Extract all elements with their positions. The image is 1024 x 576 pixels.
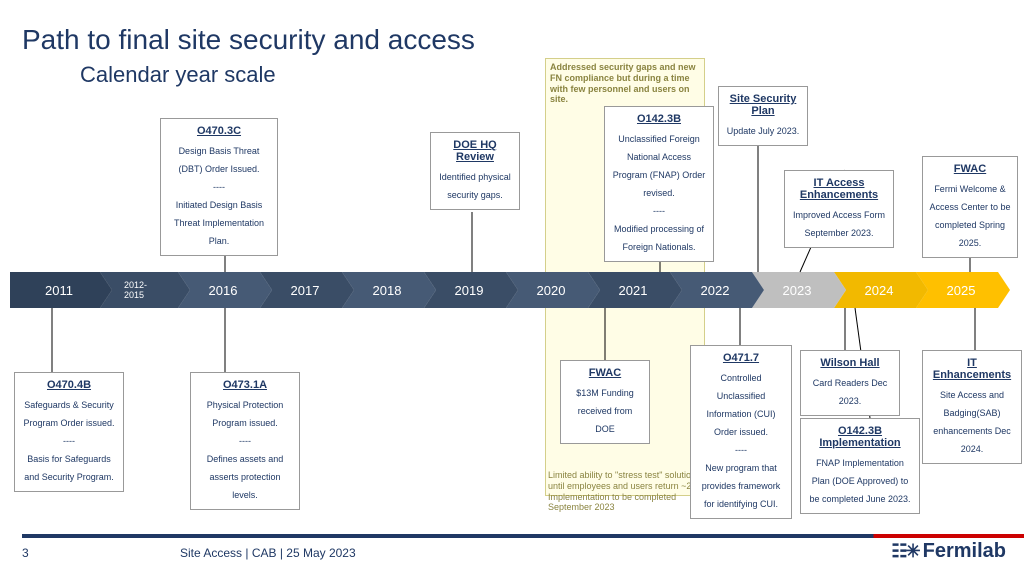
highlight-note-top: Addressed security gaps and new FN compl… (550, 62, 700, 105)
box-o4731a: O473.1A Physical Protection Program issu… (190, 372, 300, 510)
box-o4703c: O470.3C Design Basis Threat (DBT) Order … (160, 118, 278, 256)
box-title: O142.3B Implementation (807, 425, 913, 449)
box-body: Fermi Welcome & Access Center to be comp… (929, 184, 1010, 248)
box-title: IT Access Enhancements (791, 177, 887, 201)
box-o1423b: O142.3B Unclassified Foreign National Ac… (604, 106, 714, 262)
box-body: Physical Protection Program issued. ----… (207, 400, 284, 500)
box-title: O142.3B (611, 113, 707, 125)
box-body: Design Basis Threat (DBT) Order Issued. … (174, 146, 264, 246)
year-2021: 2021 (588, 272, 670, 308)
box-body: Improved Access Form September 2023. (793, 210, 885, 238)
slide: Addressed security gaps and new FN compl… (0, 0, 1024, 576)
box-body: Identified physical security gaps. (439, 172, 511, 200)
box-title: IT Enhancements (929, 357, 1015, 381)
box-body: Controlled Unclassified Information (CUI… (702, 373, 781, 509)
page-subtitle: Calendar year scale (80, 62, 276, 88)
box-body: Card Readers Dec 2023. (813, 378, 888, 406)
year-2018: 2018 (342, 272, 424, 308)
box-it-access: IT Access Enhancements Improved Access F… (784, 170, 894, 248)
footer-bar (22, 534, 1024, 538)
year-2019: 2019 (424, 272, 506, 308)
box-o4704b: O470.4B Safeguards & Security Program Or… (14, 372, 124, 492)
fermilab-logo: ☷✳ Fermilab (891, 540, 1006, 563)
box-body: $13M Funding received from DOE (576, 388, 634, 434)
box-wilson-hall: Wilson Hall Card Readers Dec 2023. (800, 350, 900, 416)
year-2020: 2020 (506, 272, 588, 308)
box-title: O471.7 (697, 352, 785, 364)
box-title: DOE HQ Review (437, 139, 513, 163)
box-o4717: O471.7 Controlled Unclassified Informati… (690, 345, 792, 519)
year-2022: 2022 (670, 272, 752, 308)
box-fwac-2025: FWAC Fermi Welcome & Access Center to be… (922, 156, 1018, 258)
page-number: 3 (22, 546, 29, 560)
footer-text: Site Access | CAB | 25 May 2023 (180, 546, 356, 560)
year-2024: 2024 (834, 272, 916, 308)
box-title: Wilson Hall (807, 357, 893, 369)
box-title: O470.3C (167, 125, 271, 137)
page-title: Path to final site security and access (22, 24, 475, 56)
highlight-note-bottom: Limited ability to "stress test" solutio… (548, 470, 713, 513)
box-title: FWAC (929, 163, 1011, 175)
logo-text: Fermilab (923, 540, 1006, 563)
box-body: Site Access and Badging(SAB) enhancement… (933, 390, 1011, 454)
year-2017: 2017 (260, 272, 342, 308)
box-site-security-plan: Site Security Plan Update July 2023. (718, 86, 808, 146)
year-2025: 2025 (916, 272, 998, 308)
box-body: Safeguards & Security Program Order issu… (23, 400, 114, 482)
box-fwac-funding: FWAC $13M Funding received from DOE (560, 360, 650, 444)
logo-icon: ☷✳ (891, 541, 918, 562)
box-title: Site Security Plan (725, 93, 801, 117)
box-title: O473.1A (197, 379, 293, 391)
box-o1423b-impl: O142.3B Implementation FNAP Implementati… (800, 418, 920, 514)
year-2011: 2011 (10, 272, 100, 308)
box-it-enhancements: IT Enhancements Site Access and Badging(… (922, 350, 1022, 464)
box-body: Unclassified Foreign National Access Pro… (613, 134, 706, 252)
box-title: O470.4B (21, 379, 117, 391)
box-body: FNAP Implementation Plan (DOE Approved) … (809, 458, 910, 504)
timeline: 2011 2012-2015 2016 2017 2018 2019 2020 … (10, 272, 998, 308)
box-doe-hq: DOE HQ Review Identified physical securi… (430, 132, 520, 210)
box-body: Update July 2023. (727, 126, 800, 136)
year-2023: 2023 (752, 272, 834, 308)
year-2016: 2016 (178, 272, 260, 308)
box-title: FWAC (567, 367, 643, 379)
